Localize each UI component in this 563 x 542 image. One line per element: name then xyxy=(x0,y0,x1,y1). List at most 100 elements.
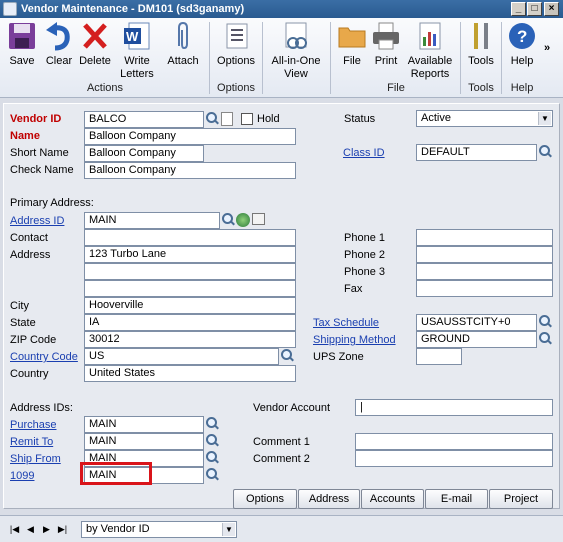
first-record-button[interactable]: |◀ xyxy=(8,522,21,536)
more-chevron-button[interactable]: » xyxy=(541,42,553,55)
accounts-button[interactable]: Accounts xyxy=(361,489,424,509)
address-line1-field[interactable]: 123 Turbo Lane xyxy=(84,246,296,263)
tax-schedule-link[interactable]: Tax Schedule xyxy=(313,315,379,331)
all-in-one-view-button[interactable]: All-in-One View xyxy=(267,20,325,81)
phone1-field[interactable] xyxy=(416,229,553,246)
country-code-field[interactable]: US xyxy=(84,348,279,365)
status-dropdown[interactable]: Active ▼ xyxy=(416,110,553,127)
country-field[interactable]: United States xyxy=(84,365,296,382)
remit-to-link[interactable]: Remit To xyxy=(10,434,53,450)
sort-by-value: by Vendor ID xyxy=(86,523,150,535)
comment2-field[interactable] xyxy=(355,450,553,467)
help-button[interactable]: ? Help xyxy=(505,20,539,68)
1099-link[interactable]: 1099 xyxy=(10,468,34,484)
address-button[interactable]: Address xyxy=(298,489,360,509)
city-field[interactable]: Hooverville xyxy=(84,297,296,314)
name-field[interactable]: Balloon Company xyxy=(84,128,296,145)
country-code-link[interactable]: Country Code xyxy=(10,349,78,365)
ups-zone-field[interactable] xyxy=(416,348,462,365)
shipping-method-link[interactable]: Shipping Method xyxy=(313,332,396,348)
phone2-label: Phone 2 xyxy=(344,249,385,261)
sort-by-dropdown[interactable]: by Vendor ID ▼ xyxy=(81,521,237,538)
vendor-id-field[interactable]: BALCO xyxy=(84,111,204,128)
contact-field[interactable] xyxy=(84,229,296,246)
project-button[interactable]: Project xyxy=(489,489,553,509)
purchase-lookup-icon[interactable] xyxy=(204,416,220,432)
email-icon[interactable] xyxy=(252,213,265,225)
chevron-down-icon[interactable]: ▼ xyxy=(538,112,551,125)
previous-record-button[interactable]: ◀ xyxy=(24,522,37,536)
email-button[interactable]: E-mail xyxy=(425,489,488,509)
country-code-lookup-icon[interactable] xyxy=(279,348,295,364)
clear-button[interactable]: Clear xyxy=(42,20,76,68)
vendor-account-label: Vendor Account xyxy=(253,402,331,414)
short-name-field[interactable]: Balloon Company xyxy=(84,145,204,162)
address-id-lookup-icon[interactable] xyxy=(220,212,236,228)
class-id-lookup-icon[interactable] xyxy=(537,144,553,160)
phone3-field[interactable] xyxy=(416,263,553,280)
primary-address-heading: Primary Address: xyxy=(10,197,94,209)
print-button[interactable]: Print xyxy=(370,20,402,68)
address-ids-heading: Address IDs: xyxy=(10,402,73,414)
phone1-label: Phone 1 xyxy=(344,232,385,244)
next-record-button[interactable]: ▶ xyxy=(40,522,53,536)
window-title: Vendor Maintenance - DM101 (sd3ganamy) xyxy=(21,3,245,15)
shipping-method-lookup-icon[interactable] xyxy=(537,331,553,347)
available-reports-label: Available Reports xyxy=(407,55,453,80)
purchase-link[interactable]: Purchase xyxy=(10,417,56,433)
vendor-id-lookup-icon[interactable] xyxy=(204,111,220,127)
new-note-icon[interactable] xyxy=(221,112,233,126)
floppy-disk-icon xyxy=(6,20,38,52)
hold-checkbox[interactable] xyxy=(241,113,253,125)
address-line2-field[interactable] xyxy=(84,263,296,280)
file-button[interactable]: File xyxy=(336,20,368,68)
class-id-field[interactable]: DEFAULT xyxy=(416,144,537,161)
address-line3-field[interactable] xyxy=(84,280,296,297)
vendor-id-label: Vendor ID xyxy=(10,113,62,125)
address-id-link[interactable]: Address ID xyxy=(10,213,64,229)
attach-button[interactable]: Attach xyxy=(163,20,203,68)
tools-button[interactable]: Tools xyxy=(464,20,498,68)
globe-icon[interactable] xyxy=(236,213,250,227)
zip-field[interactable]: 30012 xyxy=(84,331,296,348)
options-list-icon xyxy=(220,20,252,52)
last-record-button[interactable]: ▶| xyxy=(56,522,69,536)
phone3-label: Phone 3 xyxy=(344,266,385,278)
phone2-field[interactable] xyxy=(416,246,553,263)
class-id-link[interactable]: Class ID xyxy=(343,145,385,161)
file-group-label: File xyxy=(387,82,405,94)
comment1-field[interactable] xyxy=(355,433,553,450)
delete-button[interactable]: Delete xyxy=(77,20,113,68)
check-name-field[interactable]: Balloon Company xyxy=(84,162,296,179)
address-id-field[interactable]: MAIN xyxy=(84,212,220,229)
shipping-method-field[interactable]: GROUND xyxy=(416,331,537,348)
ship-from-lookup-icon[interactable] xyxy=(204,450,220,466)
remit-to-lookup-icon[interactable] xyxy=(204,433,220,449)
vendor-account-field[interactable]: | xyxy=(355,399,553,416)
maximize-button[interactable]: □ xyxy=(527,2,542,16)
highlight-box xyxy=(80,462,152,485)
chevron-down-icon[interactable]: ▼ xyxy=(222,523,235,536)
save-button[interactable]: Save xyxy=(4,20,40,68)
country-label: Country xyxy=(10,368,49,380)
1099-lookup-icon[interactable] xyxy=(204,467,220,483)
ship-from-link[interactable]: Ship From xyxy=(10,451,61,467)
options-button[interactable]: Options xyxy=(214,20,258,68)
write-letters-button[interactable]: W Write Letters xyxy=(116,20,158,81)
close-button[interactable]: × xyxy=(544,2,559,16)
tools-icon xyxy=(465,20,497,52)
tools-label: Tools xyxy=(468,55,494,67)
state-field[interactable]: IA xyxy=(84,314,296,331)
minimize-button[interactable]: _ xyxy=(511,2,526,16)
print-label: Print xyxy=(374,55,398,67)
purchase-address-field[interactable]: MAIN xyxy=(84,416,204,433)
options-button-bottom[interactable]: Options xyxy=(233,489,297,509)
remit-to-address-field[interactable]: MAIN xyxy=(84,433,204,450)
tax-schedule-field[interactable]: USAUSSTCITY+0 xyxy=(416,314,537,331)
fax-field[interactable] xyxy=(416,280,553,297)
clear-label: Clear xyxy=(45,55,73,67)
available-reports-button[interactable]: Available Reports xyxy=(404,20,456,81)
tools-group-label: Tools xyxy=(468,82,494,94)
delete-x-icon xyxy=(79,20,111,52)
tax-schedule-lookup-icon[interactable] xyxy=(537,314,553,330)
